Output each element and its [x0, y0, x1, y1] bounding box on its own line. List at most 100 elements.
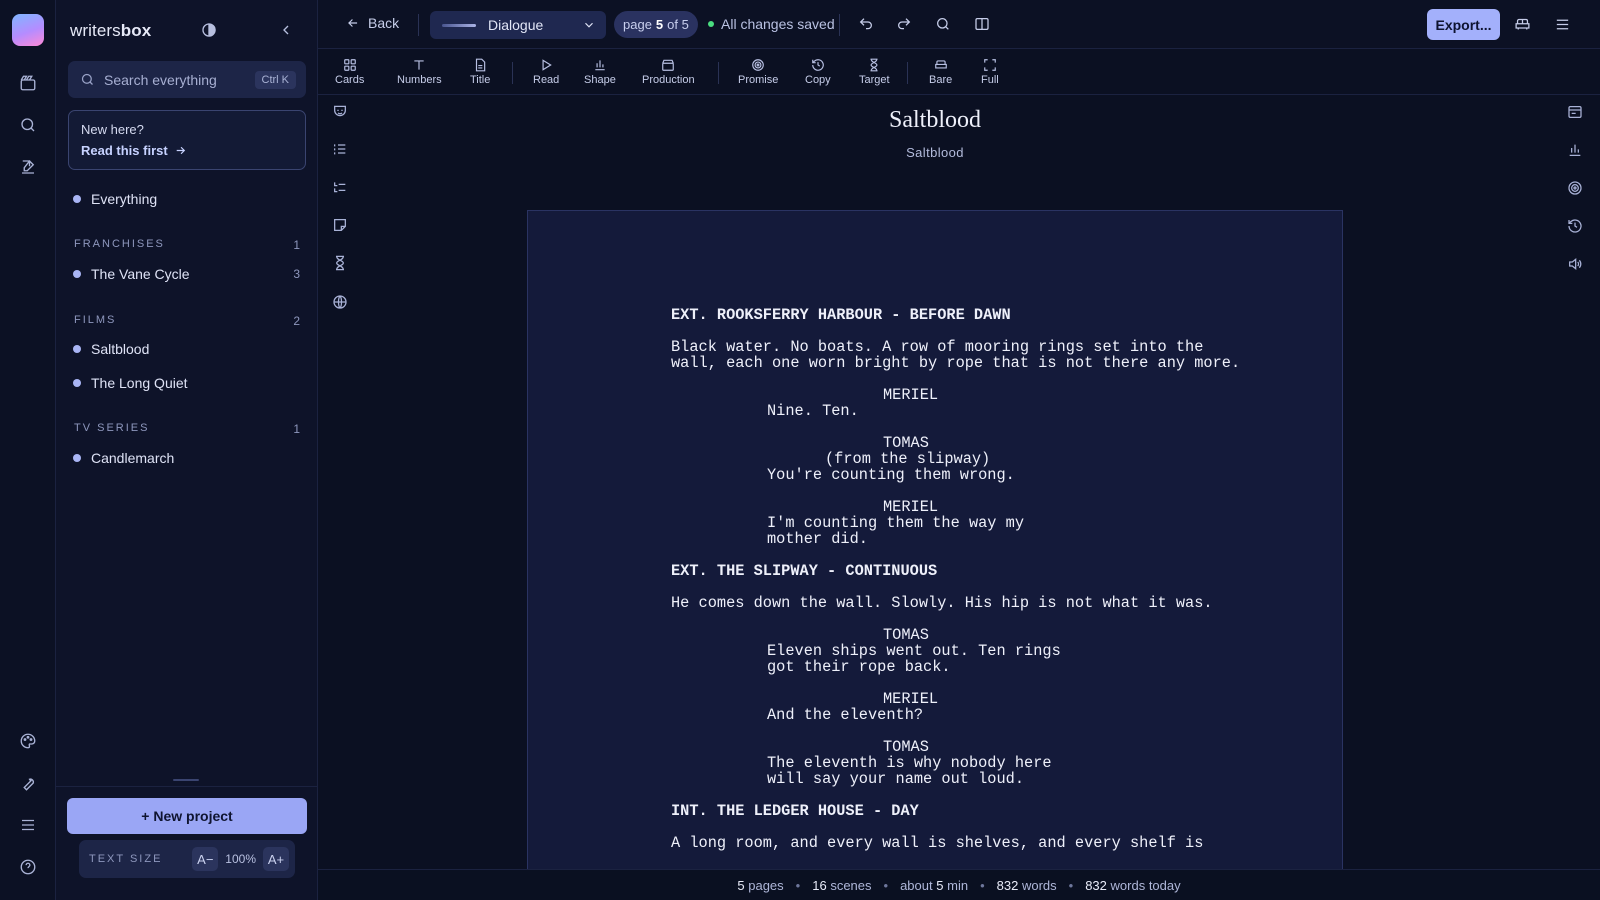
globe-icon[interactable]: [332, 294, 350, 312]
tool-numbers[interactable]: Numbers: [397, 58, 442, 86]
separator: •: [795, 877, 801, 893]
app-brand: writersbox: [70, 21, 152, 40]
search-icon[interactable]: [14, 111, 42, 139]
divider: [56, 786, 318, 787]
fullscreen-icon: [983, 58, 997, 72]
bar-chart-icon: [593, 58, 607, 72]
search-icon[interactable]: [935, 16, 951, 32]
view-toolbar: Cards Numbers Title Read Shape Productio…: [318, 49, 1600, 95]
collapse-sidebar-icon[interactable]: [278, 22, 296, 40]
sidebar-item-the-vane-cycle[interactable]: The Vane Cycle 3: [68, 259, 306, 289]
action-line[interactable]: Black water. No boats. A row of mooring …: [671, 339, 1251, 371]
script-page[interactable]: EXT. ROOKSFERRY HARBOUR - BEFORE DAWN Bla…: [527, 210, 1343, 870]
back-button[interactable]: Back: [346, 15, 399, 31]
dialogue-line[interactable]: Nine. Ten.: [767, 403, 1087, 419]
sidebar-item-the-long-quiet[interactable]: The Long Quiet: [68, 368, 306, 398]
sticky-note-icon[interactable]: [332, 217, 350, 235]
mask-icon[interactable]: [332, 103, 350, 121]
character-cue[interactable]: TOMAS: [883, 739, 1251, 755]
dialogue-line[interactable]: Eleven ships went out. Ten rings got the…: [767, 643, 1087, 675]
tool-bare[interactable]: Bare: [929, 58, 952, 86]
wrench-icon[interactable]: [14, 769, 42, 797]
tool-promise[interactable]: Promise: [738, 58, 778, 86]
hourglass-icon[interactable]: [332, 255, 350, 273]
film-icon[interactable]: [14, 69, 42, 97]
target-icon[interactable]: [1567, 180, 1585, 198]
sidebar-item-everything[interactable]: Everything: [68, 184, 306, 214]
words-today: 832 words today: [1085, 877, 1181, 893]
tool-read[interactable]: Read: [533, 58, 559, 86]
undo-icon[interactable]: [858, 16, 874, 32]
scene-heading[interactable]: INT. THE LEDGER HOUSE - DAY: [671, 803, 1251, 819]
document-title: Saltblood: [888, 107, 981, 133]
menu-icon[interactable]: [14, 811, 42, 839]
speaker-icon[interactable]: [1567, 256, 1585, 274]
new-project-button[interactable]: + New project: [67, 798, 307, 834]
sidebar-resize-handle[interactable]: [173, 779, 199, 781]
dialogue-line[interactable]: And the eleventh?: [767, 707, 1087, 723]
text-size-increase-button[interactable]: A+: [263, 847, 289, 871]
grid-icon: [343, 58, 357, 72]
element-type-select[interactable]: Dialogue: [430, 11, 606, 39]
action-line[interactable]: A long room, and every wall is shelves, …: [671, 835, 1251, 851]
sidebar-item-saltblood[interactable]: Saltblood: [68, 334, 306, 364]
list-check-icon[interactable]: [332, 179, 350, 197]
status-bar: 5 pages • 16 scenes • about 5 min • 832 …: [318, 869, 1600, 900]
menu-icon[interactable]: [1554, 16, 1571, 33]
script-body[interactable]: EXT. ROOKSFERRY HARBOUR - BEFORE DAWN Bla…: [671, 307, 1251, 867]
card-icon[interactable]: [1567, 104, 1585, 122]
character-cue[interactable]: MERIEL: [883, 499, 1251, 515]
tool-title[interactable]: Title: [470, 58, 490, 86]
tool-cards[interactable]: Cards: [335, 58, 364, 86]
page-count: 5 pages: [737, 877, 784, 893]
bullet-icon: [73, 270, 81, 278]
edit-icon[interactable]: [14, 153, 42, 181]
text-size-decrease-button[interactable]: A−: [192, 847, 219, 871]
export-button[interactable]: Export...: [1427, 9, 1500, 40]
section-header-franchises: FRANCHISES 1: [74, 238, 300, 252]
help-icon[interactable]: [14, 853, 42, 881]
play-icon: [539, 58, 553, 72]
split-view-icon[interactable]: [974, 16, 990, 32]
tool-copy[interactable]: Copy: [805, 58, 831, 86]
section-header-films: FILMS 2: [74, 314, 300, 328]
dialogue-line[interactable]: I'm counting them the way my mother did.: [767, 515, 1087, 547]
character-cue[interactable]: TOMAS: [883, 627, 1251, 643]
tool-shape[interactable]: Shape: [584, 58, 616, 86]
runtime: about 5 min: [900, 877, 969, 893]
tool-full[interactable]: Full: [981, 58, 999, 86]
app-logo[interactable]: [12, 14, 44, 46]
search-input[interactable]: Search everything Ctrl K: [68, 61, 306, 98]
scene-heading[interactable]: EXT. ROOKSFERRY HARBOUR - BEFORE DAWN: [671, 307, 1251, 323]
tool-target[interactable]: Target: [859, 58, 890, 86]
dialogue-line[interactable]: You're counting them wrong.: [767, 467, 1087, 483]
palette-icon[interactable]: [14, 727, 42, 755]
couch-icon[interactable]: [1514, 16, 1531, 33]
dialogue-line[interactable]: The eleventh is why nobody here will say…: [767, 755, 1087, 787]
search-shortcut: Ctrl K: [254, 70, 296, 89]
arrow-right-icon: [174, 144, 187, 157]
divider: [839, 14, 840, 36]
tool-production[interactable]: Production: [642, 58, 695, 86]
list-numbered-icon[interactable]: [332, 141, 350, 159]
divider: [718, 62, 719, 84]
divider: [512, 62, 513, 84]
sidebar-item-candlemarch[interactable]: Candlemarch: [68, 443, 306, 473]
document-icon: [473, 58, 487, 72]
scene-heading[interactable]: EXT. THE SLIPWAY - CONTINUOUS: [671, 563, 1251, 579]
redo-icon[interactable]: [896, 16, 912, 32]
bar-chart-icon[interactable]: [1567, 142, 1585, 160]
separator: •: [1068, 877, 1074, 893]
character-cue[interactable]: MERIEL: [883, 387, 1251, 403]
divider: [907, 62, 908, 84]
contrast-icon[interactable]: [201, 22, 219, 40]
parenthetical[interactable]: (from the slipway): [825, 451, 1251, 467]
search-icon: [80, 72, 95, 87]
page-indicator: page 5 of 5: [614, 11, 698, 38]
character-cue[interactable]: TOMAS: [883, 435, 1251, 451]
action-line[interactable]: He comes down the wall. Slowly. His hip …: [671, 595, 1251, 611]
element-type-indicator: [442, 23, 476, 27]
history-icon[interactable]: [1567, 218, 1585, 236]
onboarding-link[interactable]: Read this first: [81, 143, 293, 158]
character-cue[interactable]: MERIEL: [883, 691, 1251, 707]
